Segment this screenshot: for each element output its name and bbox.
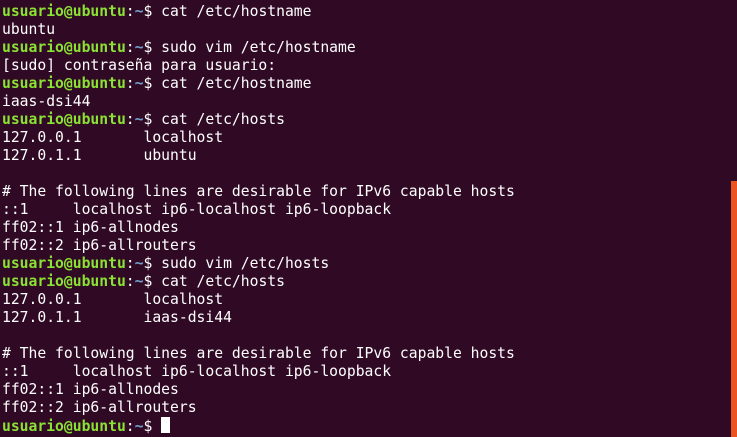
command-line: usuario@ubuntu:~$ cat /etc/hostname [2,75,729,93]
prompt-separator: : [125,3,135,20]
text-cursor [161,417,171,433]
output-line: [sudo] contraseña para usuario: [2,57,277,74]
prompt-symbol: $ [143,418,153,435]
output-line: # The following lines are desirable for … [2,345,515,362]
prompt-symbol: $ [143,255,153,272]
scrollbar-thumb[interactable] [731,181,737,437]
command-text: cat /etc/hosts [152,111,285,128]
output-line: ff02::2 ip6-allrouters [2,399,197,416]
prompt-symbol: $ [143,75,153,92]
prompt-separator: : [125,418,135,435]
terminal-window[interactable]: usuario@ubuntu:~$ cat /etc/hostname ubunt… [0,0,737,437]
command-text: cat /etc/hosts [152,273,285,290]
prompt-user: usuario@ubuntu [2,75,126,92]
command-line: usuario@ubuntu:~$ cat /etc/hosts [2,273,729,291]
output-line: 127.0.1.1 ubuntu [2,147,197,164]
command-text: cat /etc/hostname [152,75,312,92]
output-line: # The following lines are desirable for … [2,183,515,200]
prompt-user: usuario@ubuntu [2,39,126,56]
prompt-separator: : [125,75,135,92]
prompt-symbol: $ [143,39,153,56]
prompt-symbol: $ [143,111,153,128]
output-line: 127.0.1.1 iaas-dsi44 [2,309,232,326]
prompt-user: usuario@ubuntu [2,255,126,272]
terminal-output[interactable]: usuario@ubuntu:~$ cat /etc/hostname ubunt… [2,3,729,435]
command-line: usuario@ubuntu:~$ sudo vim /etc/hostname [2,39,729,57]
command-input[interactable] [152,418,161,435]
output-line: ::1 localhost ip6-localhost ip6-loopback [2,201,392,218]
output-line: ubuntu [2,21,56,38]
prompt-separator: : [125,273,135,290]
prompt-symbol: $ [143,273,153,290]
output-line: ff02::1 ip6-allnodes [2,381,179,398]
output-line: iaas-dsi44 [2,93,91,110]
command-text: sudo vim /etc/hosts [152,255,330,272]
output-line: ff02::1 ip6-allnodes [2,219,179,236]
prompt-line: usuario@ubuntu:~$ [2,417,729,435]
prompt-user: usuario@ubuntu [2,418,126,435]
command-text: sudo vim /etc/hostname [152,39,356,56]
scrollbar[interactable] [731,0,737,437]
output-line: 127.0.0.1 localhost [2,129,224,146]
command-text: cat /etc/hostname [152,3,312,20]
prompt-separator: : [125,255,135,272]
prompt-symbol: $ [143,3,153,20]
command-line: usuario@ubuntu:~$ cat /etc/hostname [2,3,729,21]
output-line: 127.0.0.1 localhost [2,291,224,308]
prompt-user: usuario@ubuntu [2,273,126,290]
prompt-user: usuario@ubuntu [2,3,126,20]
prompt-separator: : [125,39,135,56]
prompt-user: usuario@ubuntu [2,111,126,128]
prompt-separator: : [125,111,135,128]
command-line: usuario@ubuntu:~$ sudo vim /etc/hosts [2,255,729,273]
output-line: ::1 localhost ip6-localhost ip6-loopback [2,363,392,380]
command-line: usuario@ubuntu:~$ cat /etc/hosts [2,111,729,129]
output-line: ff02::2 ip6-allrouters [2,237,197,254]
